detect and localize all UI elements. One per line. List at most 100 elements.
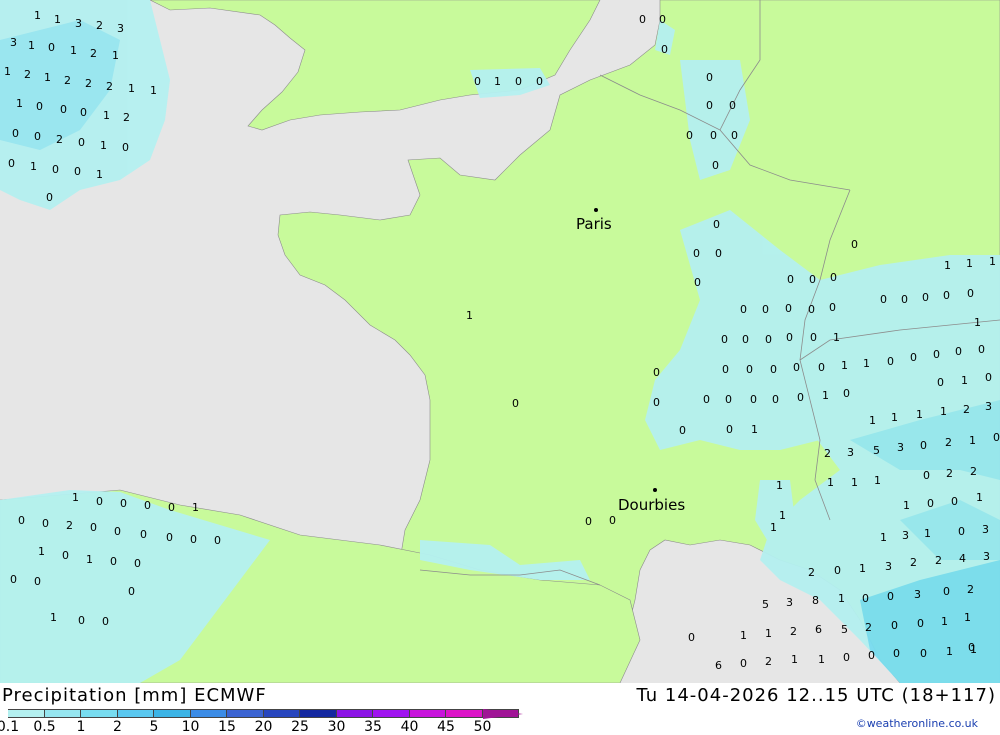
precip-value: 0	[166, 531, 173, 544]
legend-swatch	[227, 709, 264, 718]
precip-value: 0	[52, 163, 59, 176]
precip-value: 0	[808, 303, 815, 316]
precip-value: 0	[694, 276, 701, 289]
precip-value: 1	[940, 405, 947, 418]
precip-value: 6	[815, 623, 822, 636]
precip-value: 1	[989, 255, 996, 268]
precip-value: 0	[740, 303, 747, 316]
precip-value: 3	[117, 22, 124, 35]
precip-value: 0	[834, 564, 841, 577]
precip-value: 2	[56, 133, 63, 146]
precip-value: 0	[653, 366, 660, 379]
precip-value: 1	[466, 309, 473, 322]
precip-value: 1	[192, 501, 199, 514]
precip-value: 1	[765, 627, 772, 640]
precip-value: 0	[893, 647, 900, 660]
precip-value: 0	[937, 376, 944, 389]
precip-value: 0	[993, 431, 1000, 444]
precip-value: 0	[42, 517, 49, 530]
precip-value: 3	[982, 523, 989, 536]
precip-value: 1	[30, 160, 37, 173]
precip-value: 0	[140, 528, 147, 541]
precip-value: 2	[66, 519, 73, 532]
precip-value: 0	[639, 13, 646, 26]
precip-value: 1	[859, 562, 866, 575]
precip-value: 0	[729, 99, 736, 112]
precip-value: 0	[653, 396, 660, 409]
precip-value: 1	[100, 139, 107, 152]
precip-value: 0	[713, 218, 720, 231]
precip-value: 0	[951, 495, 958, 508]
precip-value: 1	[976, 491, 983, 504]
precip-value: 1	[946, 645, 953, 658]
legend-swatch	[336, 709, 373, 718]
precip-value: 0	[706, 99, 713, 112]
precip-value: 1	[150, 84, 157, 97]
precip-value: 1	[779, 509, 786, 522]
precip-value: 2	[90, 47, 97, 60]
precip-value: 0	[843, 651, 850, 664]
precip-value: 0	[862, 592, 869, 605]
precip-value: 0	[60, 103, 67, 116]
legend-swatch	[373, 709, 410, 718]
precip-value: 2	[967, 583, 974, 596]
precip-value: 2	[910, 556, 917, 569]
precip-value: 0	[715, 247, 722, 260]
precip-value: 0	[34, 130, 41, 143]
precip-value: 1	[969, 434, 976, 447]
precip-value: 0	[765, 333, 772, 346]
precip-value: 1	[880, 531, 887, 544]
precip-value: 0	[46, 191, 53, 204]
credit-link[interactable]: ©weatheronline.co.uk	[856, 717, 978, 730]
precip-value: 0	[891, 619, 898, 632]
precip-value: 0	[923, 469, 930, 482]
precip-value: 0	[887, 590, 894, 603]
precip-value: 0	[515, 75, 522, 88]
legend-swatch	[409, 709, 446, 718]
precip-value: 2	[946, 467, 953, 480]
precip-value: 1	[103, 109, 110, 122]
precip-value: 2	[970, 465, 977, 478]
city-marker	[594, 208, 598, 212]
precip-value: 1	[966, 257, 973, 270]
precip-value: 0	[955, 345, 962, 358]
precip-value: 0	[90, 521, 97, 534]
precip-value: 1	[70, 44, 77, 57]
precip-value: 1	[916, 408, 923, 421]
precip-value: 0	[927, 497, 934, 510]
precip-value: 1	[28, 39, 35, 52]
precip-value: 0	[917, 617, 924, 630]
precip-value: 2	[945, 436, 952, 449]
precip-value: 0	[920, 439, 927, 452]
precip-value: 2	[765, 655, 772, 668]
precip-value: 0	[190, 533, 197, 546]
legend-arrow-icon	[482, 709, 523, 719]
precip-value: 2	[64, 74, 71, 87]
precip-value: 0	[985, 371, 992, 384]
precip-value: 0	[688, 631, 695, 644]
precip-value: 3	[902, 529, 909, 542]
precip-value: 1	[970, 643, 977, 656]
precip-value: 3	[983, 550, 990, 563]
precip-value: 3	[897, 441, 904, 454]
precip-value: 0	[474, 75, 481, 88]
precip-value: 0	[851, 238, 858, 251]
precip-value: 0	[8, 157, 15, 170]
precip-value: 0	[706, 71, 713, 84]
precip-value: 2	[824, 447, 831, 460]
precip-value: 0	[746, 363, 753, 376]
precip-value: 0	[110, 555, 117, 568]
precip-value: 0	[785, 302, 792, 315]
precip-value: 1	[869, 414, 876, 427]
precip-value: 4	[959, 552, 966, 565]
precip-value: 0	[74, 165, 81, 178]
legend-swatch	[300, 709, 337, 718]
legend-swatch	[263, 709, 300, 718]
precip-value: 0	[750, 393, 757, 406]
precip-value: 1	[494, 75, 501, 88]
precip-value: 0	[762, 303, 769, 316]
precip-value: 0	[703, 393, 710, 406]
precip-value: 0	[659, 13, 666, 26]
city-label-paris: Paris	[576, 215, 612, 233]
precip-value: 1	[740, 629, 747, 642]
